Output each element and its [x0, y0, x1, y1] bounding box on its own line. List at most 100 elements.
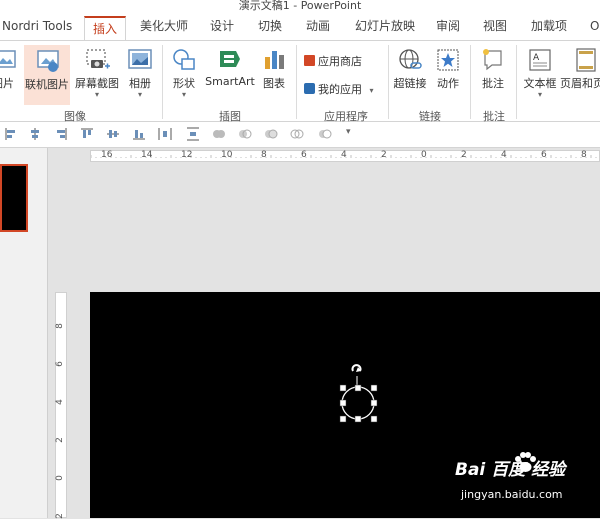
textbox-dropdown-icon[interactable]: ▾	[520, 91, 560, 99]
ruler-tick-label: 16	[101, 150, 113, 160]
my-apps-label: 我的应用	[318, 83, 362, 96]
chart-label: 图表	[263, 77, 285, 90]
vertical-ruler: 8 6 4 2 0 2	[54, 292, 67, 519]
group-divider	[516, 45, 517, 119]
group-divider	[470, 45, 471, 119]
align-middle-icon[interactable]	[106, 127, 120, 141]
ruler-tick-label: 0	[421, 150, 427, 160]
distribute-vertical-icon[interactable]	[186, 127, 200, 141]
watermark-url: jingyan.baidu.com	[461, 488, 563, 501]
slide-thumbnail-pane	[0, 148, 48, 518]
distribute-horizontal-icon[interactable]	[158, 127, 172, 141]
tab-slideshow[interactable]: 幻灯片放映	[355, 12, 415, 40]
online-picture-icon	[37, 50, 59, 72]
textbox-button[interactable]: A 文本框 ▾	[520, 47, 560, 99]
app-store-button[interactable]: 应用商店	[304, 53, 362, 69]
tab-nordri-tools[interactable]: Nordri Tools	[2, 12, 72, 40]
hyperlink-icon	[399, 49, 422, 69]
baidu-watermark: Bai 百度 经验 jingyan.baidu.com	[455, 452, 566, 501]
align-top-icon[interactable]	[80, 127, 94, 141]
group-divider	[388, 45, 389, 119]
action-button[interactable]: 动作	[433, 47, 463, 91]
align-bottom-icon[interactable]	[132, 127, 146, 141]
ruler-tick-label: 8	[54, 323, 65, 329]
smartart-icon	[220, 51, 240, 67]
online-pictures-label: 联机图片	[25, 78, 69, 91]
tab-addins[interactable]: 加载项	[531, 12, 567, 40]
screenshot-dropdown-icon[interactable]: ▾	[72, 91, 122, 99]
align-right-icon[interactable]	[54, 127, 68, 141]
hyperlink-button[interactable]: 超链接	[391, 47, 429, 91]
title-bar: 演示文稿1 - PowerPoint	[0, 0, 600, 12]
tab-animations[interactable]: 动画	[306, 12, 330, 40]
comment-icon	[483, 49, 502, 71]
tab-view[interactable]: 视图	[483, 12, 507, 40]
screenshot-button[interactable]: 屏幕截图 ▾	[72, 47, 122, 99]
ruler-tick-label: 6	[54, 361, 65, 367]
ruler-tick-label: 2	[381, 150, 387, 160]
chart-icon	[265, 51, 284, 69]
shapes-icon	[173, 49, 195, 70]
screenshot-icon	[86, 49, 110, 69]
my-apps-button[interactable]: 我的应用 ▾	[304, 81, 374, 97]
ruler-tick-label: 2	[461, 150, 467, 160]
online-pictures-button[interactable]: 联机图片	[24, 45, 70, 105]
tab-beautify[interactable]: 美化大师	[140, 12, 188, 40]
ruler-tick-label: 4	[501, 150, 507, 160]
pictures-button[interactable]: 图片	[0, 47, 20, 91]
header-footer-button[interactable]: 页眉和页	[560, 47, 600, 91]
ruler-tick-label: 10	[221, 150, 233, 160]
union-shapes-icon[interactable]	[212, 127, 226, 141]
ruler-tick-label: 8	[261, 150, 267, 160]
ruler-tick-label: 12	[181, 150, 193, 160]
ruler-tick-label: 0	[54, 475, 65, 481]
tab-overflow[interactable]: O	[590, 12, 599, 40]
slide-thumbnail[interactable]	[0, 164, 28, 232]
smartart-label: SmartArt	[205, 75, 255, 88]
album-dropdown-icon[interactable]: ▾	[124, 91, 156, 99]
album-icon	[128, 49, 152, 69]
group-divider	[296, 45, 297, 119]
header-footer-icon	[576, 48, 596, 72]
subtract-shapes-icon[interactable]	[318, 127, 332, 141]
header-footer-label: 页眉和页	[560, 77, 600, 90]
ribbon: 图片 联机图片 屏幕截图 ▾ 相册 ▾ 图像	[0, 40, 600, 123]
shapes-dropdown-icon[interactable]: ▾	[166, 91, 202, 99]
shapes-button[interactable]: 形状 ▾	[166, 47, 202, 99]
align-center-icon[interactable]	[28, 127, 42, 141]
ruler-tick-label: 14	[141, 150, 153, 160]
ruler-tick-label: 2	[54, 437, 65, 443]
shapes-label: 形状	[173, 77, 195, 90]
ruler-tick-label: 4	[54, 399, 65, 405]
screenshot-label: 屏幕截图	[75, 77, 119, 90]
star-action-icon	[437, 49, 459, 71]
textbox-label: 文本框	[523, 77, 557, 90]
action-label: 动作	[437, 77, 459, 90]
intersect-shapes-icon[interactable]	[290, 127, 304, 141]
tab-transitions[interactable]: 切换	[258, 12, 282, 40]
tab-insert[interactable]: 插入	[84, 16, 127, 42]
tab-design[interactable]: 设计	[210, 12, 234, 40]
ruler-tick-label: 6	[301, 150, 307, 160]
comment-button[interactable]: 批注	[476, 47, 510, 91]
comment-label: 批注	[482, 77, 504, 90]
hyperlink-label: 超链接	[393, 77, 427, 90]
tab-review[interactable]: 审阅	[436, 12, 460, 40]
watermark-brand: Bai 百度 经验	[455, 460, 566, 480]
group-divider	[162, 45, 163, 119]
pictures-label: 图片	[0, 77, 14, 90]
picture-icon	[0, 50, 16, 68]
align-left-icon[interactable]	[4, 127, 18, 141]
album-label: 相册	[129, 77, 151, 90]
svg-text:A: A	[533, 53, 540, 63]
smartart-button[interactable]: SmartArt	[204, 47, 256, 88]
ruler-tick-label: 8	[581, 150, 587, 160]
horizontal-ruler: 16 14 12 10 8 6 4 2 0 2 4 6 8	[90, 150, 600, 162]
chart-button[interactable]: 图表	[259, 47, 289, 91]
fragment-shapes-icon[interactable]	[264, 127, 278, 141]
album-button[interactable]: 相册 ▾	[124, 47, 156, 99]
paw-logo-icon	[515, 452, 536, 472]
toolbar-more-icon[interactable]: ▾	[346, 127, 360, 141]
combine-shapes-icon[interactable]	[238, 127, 252, 141]
my-apps-dropdown-icon[interactable]: ▾	[370, 86, 374, 95]
